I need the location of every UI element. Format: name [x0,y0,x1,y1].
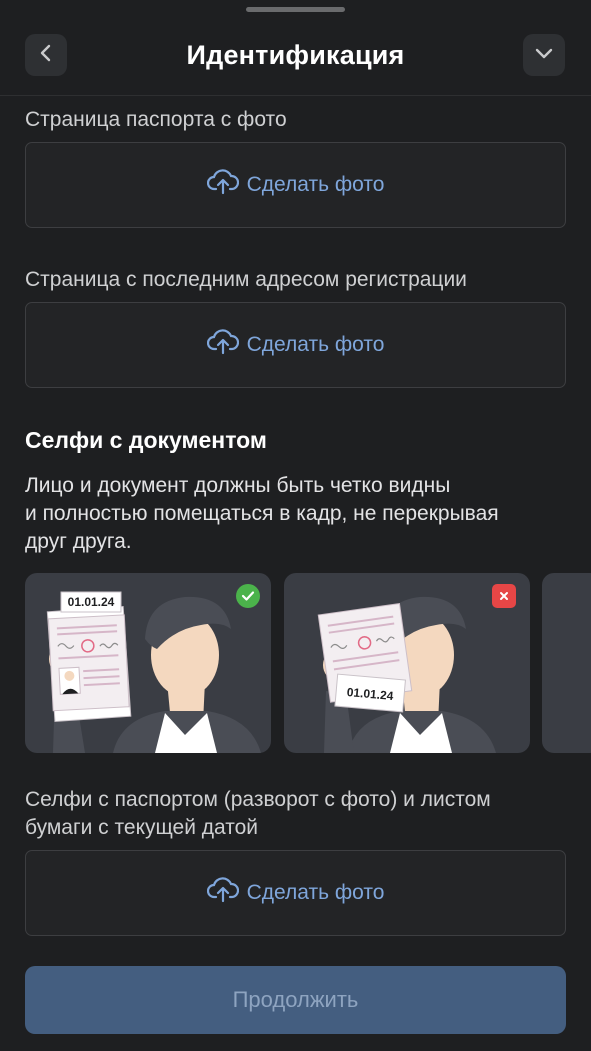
selfie-example-incorrect: 01.01.24 [284,573,530,753]
take-photo-label: Сделать фото [246,173,385,196]
selfie-example-correct: 01.01.24 [25,573,271,753]
page-title: Идентификация [186,40,405,70]
cloud-upload-icon [206,329,239,361]
selfie-upload-button[interactable]: Сделать фото [25,850,566,936]
selfie-description: Лицо и документ должны быть четко видны … [25,474,499,553]
collapse-button[interactable] [523,34,565,76]
selfie-example-more[interactable] [542,573,591,753]
cloud-upload-icon [206,169,239,201]
take-photo-label: Сделать фото [246,881,385,904]
selfie-section-title: Селфи с документом [25,427,267,453]
continue-button[interactable]: Продолжить [25,966,566,1034]
example-date-label: 01.01.24 [68,595,115,609]
cross-icon [492,584,516,608]
chevron-down-icon [535,46,553,64]
passport-photo-page-label: Страница паспорта с фото [25,108,287,131]
selfie-correct-illustration: 01.01.24 [46,591,261,753]
registration-upload-button[interactable]: Сделать фото [25,302,566,388]
check-icon [236,584,260,608]
header: Идентификация [0,0,591,96]
selfie-upload-label: Селфи с паспортом (разворот с фото) и ли… [25,788,491,839]
take-photo-label: Сделать фото [246,333,385,356]
cloud-upload-icon [206,877,239,909]
registration-page-label: Страница с последним адресом регистрации [25,268,467,291]
passport-photo-upload-button[interactable]: Сделать фото [25,142,566,228]
